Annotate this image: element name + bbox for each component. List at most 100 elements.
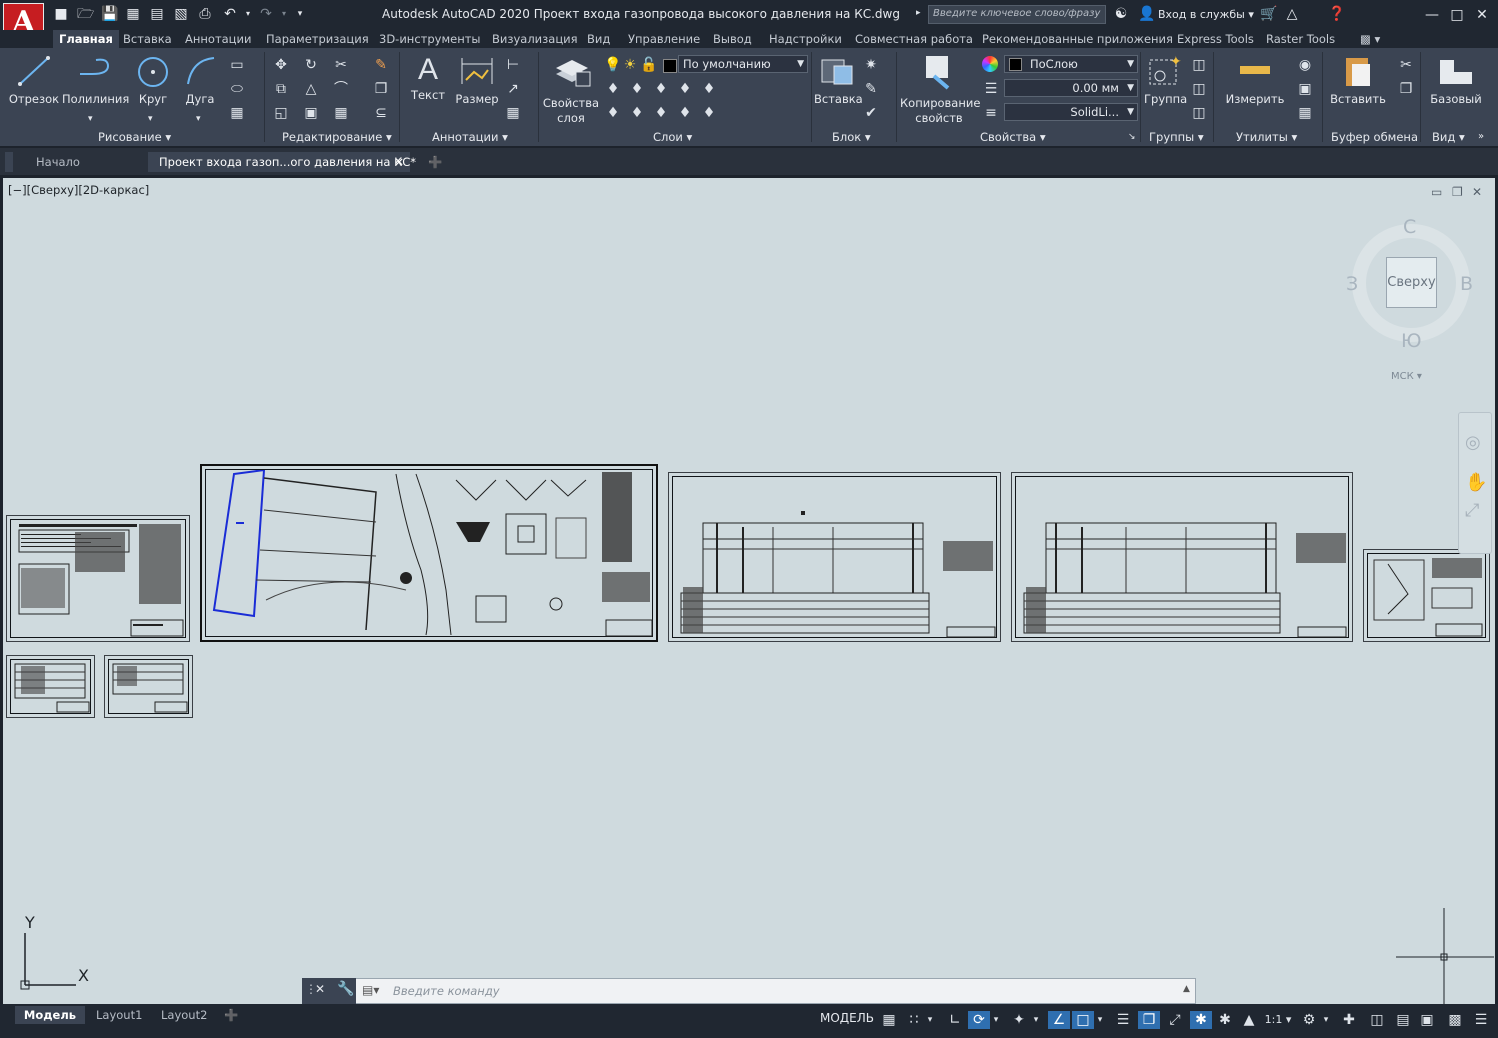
workspace-dropdown-icon[interactable]: ▾ xyxy=(1320,1011,1332,1029)
viewport-restore-icon[interactable]: ❐ xyxy=(1452,185,1463,199)
hatch-icon[interactable]: ▦ xyxy=(228,104,246,122)
object-snap-tracking-icon[interactable]: ∠ xyxy=(1048,1011,1070,1029)
close-tab-icon[interactable]: ✕ xyxy=(394,152,404,172)
annotation-monitor-icon[interactable]: ✚ xyxy=(1338,1011,1360,1029)
layer-unisolate-icon[interactable]: ♦ xyxy=(604,104,622,122)
drawing-sheet-detail[interactable] xyxy=(1363,549,1490,642)
tab-collaborate[interactable]: Совместная работа xyxy=(855,30,973,48)
tab-raster-tools[interactable]: Raster Tools xyxy=(1266,30,1335,48)
draw-panel-title[interactable]: Рисование ▾ xyxy=(98,129,171,145)
pan-hand-icon[interactable]: ✋ xyxy=(1465,472,1487,493)
compass-south[interactable]: Ю xyxy=(1401,330,1422,352)
viewport-minimize-icon[interactable]: ▭ xyxy=(1431,185,1442,199)
snap-dropdown-icon[interactable]: ▾ xyxy=(924,1011,936,1029)
model-tab[interactable]: Модель xyxy=(15,1006,85,1024)
ribbon-overflow-icon[interactable]: » xyxy=(1478,129,1484,145)
layer-unlock-all-icon[interactable]: ♦ xyxy=(676,104,694,122)
ortho-icon[interactable]: ∟ xyxy=(944,1011,966,1029)
calculator-icon[interactable]: ▦ xyxy=(1296,104,1314,122)
view-panel-title[interactable]: Вид ▾ xyxy=(1432,129,1465,145)
copy-icon[interactable]: ⧉ xyxy=(272,80,290,98)
group-edit-icon[interactable]: ◫ xyxy=(1190,80,1208,98)
linetype-dropdown[interactable]: SolidLi... ▼ xyxy=(1004,103,1138,121)
isodraft-icon[interactable]: ✦ xyxy=(1008,1011,1030,1029)
command-close-icon[interactable]: ✕ xyxy=(315,982,325,996)
ribbon-minimize-icon[interactable]: ▩ ▾ xyxy=(1360,30,1380,48)
new-file-icon[interactable]: ■ xyxy=(53,6,69,22)
layer-isolate-icon[interactable]: ♦ xyxy=(604,80,622,98)
color-wheel-icon[interactable] xyxy=(982,56,998,72)
base-view-button[interactable]: Базовый xyxy=(1428,52,1484,116)
command-input[interactable]: Введите команду xyxy=(393,984,500,998)
move-icon[interactable]: ✥ xyxy=(272,56,290,74)
minimize-button[interactable]: — xyxy=(1422,5,1442,25)
color-dropdown[interactable]: ПоСлою ▼ xyxy=(1004,55,1138,73)
tab-addins[interactable]: Надстройки xyxy=(769,30,842,48)
erase-icon[interactable]: ✎ xyxy=(372,56,390,74)
circle-dropdown-icon[interactable]: ▾ xyxy=(148,112,153,127)
command-history-icon[interactable]: ▲ xyxy=(1183,984,1190,994)
leader-icon[interactable]: ↗ xyxy=(504,80,522,98)
selection-cycling-icon[interactable]: ⤢ xyxy=(1164,1011,1186,1029)
table-icon[interactable]: ▦ xyxy=(504,104,522,122)
polyline-button[interactable]: Полилиния xyxy=(62,52,129,112)
polyline-dropdown-icon[interactable]: ▾ xyxy=(88,112,93,127)
grid-icon[interactable]: ▦ xyxy=(878,1011,900,1029)
drawing-sheet-site-plan[interactable] xyxy=(200,464,658,642)
sign-in-button[interactable]: Вход в службы ▾ xyxy=(1158,8,1254,21)
layout2-tab[interactable]: Layout2 xyxy=(161,1006,207,1024)
rotate-icon[interactable]: ↻ xyxy=(302,56,320,74)
fillet-icon[interactable]: ⌒ xyxy=(332,80,350,98)
rectangle-icon[interactable]: ▭ xyxy=(228,56,246,74)
layer-freeze-icon[interactable]: ♦ xyxy=(652,80,670,98)
command-prompt-icon[interactable]: ▤▾ xyxy=(362,983,379,997)
array-icon[interactable]: ▦ xyxy=(332,104,350,122)
compass-north[interactable]: С xyxy=(1403,216,1416,238)
tab-view[interactable]: Вид xyxy=(587,30,610,48)
compass-west[interactable]: З xyxy=(1346,273,1358,295)
object-snap-dropdown-icon[interactable]: ▾ xyxy=(1094,1011,1106,1029)
binoculars-icon[interactable]: ☯ xyxy=(1113,6,1129,22)
layer-properties-button[interactable]: Свойства слоя xyxy=(542,52,600,125)
layer-make-current-icon[interactable]: ♦ xyxy=(628,104,646,122)
units-icon[interactable]: ◫ xyxy=(1366,1011,1388,1029)
tab-express-tools[interactable]: Express Tools xyxy=(1177,30,1254,48)
model-space-button[interactable]: МОДЕЛЬ xyxy=(820,1011,874,1025)
insert-block-button[interactable]: Вставка xyxy=(814,52,863,116)
measure-button[interactable]: Измерить xyxy=(1222,52,1288,116)
quick-properties-icon[interactable]: ▤ xyxy=(1392,1011,1414,1029)
user-icon[interactable]: 👤 xyxy=(1138,6,1155,22)
new-tab-icon[interactable]: ➕ xyxy=(428,152,442,172)
undo-icon[interactable]: ↶ xyxy=(222,6,238,22)
graphics-performance-icon[interactable]: ▣ xyxy=(1416,1011,1438,1029)
lineweight-dropdown[interactable]: 0.00 мм ▼ xyxy=(1004,79,1138,97)
group-select-icon[interactable]: ◫ xyxy=(1190,104,1208,122)
search-input[interactable]: Введите ключевое слово/фразу xyxy=(928,5,1106,24)
select-all-icon[interactable]: ▣ xyxy=(1296,80,1314,98)
transparency-icon[interactable]: ❐ xyxy=(1138,1011,1160,1029)
quick-select-icon[interactable]: ◉ xyxy=(1296,56,1314,74)
cart-icon[interactable]: 🛒 xyxy=(1260,6,1277,22)
tab-visualize[interactable]: Визуализация xyxy=(492,30,578,48)
drawing-sheet-table-2[interactable] xyxy=(104,655,193,718)
lineweight-toggle-icon[interactable]: ☰ xyxy=(1112,1011,1134,1029)
undo-dropdown-icon[interactable]: ▾ xyxy=(240,6,256,22)
create-block-icon[interactable]: ✷ xyxy=(862,56,880,74)
workspace-gear-icon[interactable]: ⚙ xyxy=(1298,1011,1320,1029)
close-button[interactable]: ✕ xyxy=(1472,5,1492,25)
line-button[interactable]: Отрезок xyxy=(8,52,59,112)
save-icon[interactable]: 💾 xyxy=(101,6,118,22)
edit-block-icon[interactable]: ✎ xyxy=(862,80,880,98)
layout1-tab[interactable]: Layout1 xyxy=(96,1006,142,1024)
open-web-icon[interactable]: ▤ xyxy=(149,6,165,22)
fullscreen-icon[interactable]: ▩ xyxy=(1444,1011,1466,1029)
polar-dropdown-icon[interactable]: ▾ xyxy=(990,1011,1002,1029)
layer-thaw-all-icon[interactable]: ♦ xyxy=(652,104,670,122)
drawing-sheet-profile-1[interactable] xyxy=(668,472,1001,642)
explode-icon[interactable]: ❐ xyxy=(372,80,390,98)
groups-panel-title[interactable]: Группы ▾ xyxy=(1149,129,1204,145)
layers-panel-title[interactable]: Слои ▾ xyxy=(653,129,692,145)
annotation-panel-title[interactable]: Аннотации ▾ xyxy=(432,129,508,145)
tab-parametric[interactable]: Параметризация xyxy=(266,30,369,48)
command-customize-icon[interactable]: 🔧 xyxy=(337,981,354,997)
